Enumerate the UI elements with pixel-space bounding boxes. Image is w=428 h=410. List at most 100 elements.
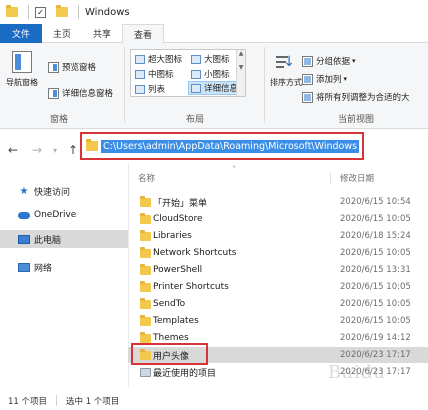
file-name: Themes (153, 333, 189, 343)
add-columns-label: 添加列 (316, 75, 342, 85)
preview-pane-button[interactable]: 预览窗格 (48, 61, 96, 73)
forward-arrow-icon[interactable]: → (30, 143, 44, 157)
column-separator[interactable] (330, 172, 331, 184)
address-path[interactable]: C:\Users\admin\AppData\Roaming\Microsoft… (101, 139, 360, 153)
layout-item-label: 详细信息 (204, 84, 239, 94)
tab-share[interactable]: 共享 (82, 24, 122, 43)
star-icon: ★ (19, 185, 29, 197)
folder-icon (140, 297, 151, 309)
sort-icon: ↓ (275, 53, 297, 73)
layout-item-label: 小图标 (204, 70, 230, 80)
file-name: 「开始」菜单 (153, 198, 208, 209)
layout-extra-large-icons[interactable]: 超大图标 (133, 52, 184, 66)
folder-icon (140, 246, 151, 258)
file-row[interactable]: SendTo 2020/6/15 10:05 (128, 296, 428, 312)
folder-icon (140, 263, 151, 275)
file-row[interactable]: CloudStore 2020/6/15 10:05 (128, 211, 428, 227)
folder-icon (140, 229, 151, 241)
computer-icon (18, 234, 30, 245)
file-row[interactable]: PowerShell 2020/6/15 13:31 (128, 262, 428, 278)
up-arrow-icon[interactable]: ↑ (66, 143, 80, 157)
layout-list[interactable]: 列表 (133, 82, 167, 96)
large-icons-icon (191, 54, 201, 64)
ribbon-view: 导航窗格 预览窗格 详细信息窗格 窗格 超大图标 大图标 中图标 小图标 列表 (0, 43, 428, 129)
nav-item-network[interactable]: 网络 (0, 258, 128, 276)
group-separator (264, 47, 265, 123)
sort-by-button[interactable]: ↓ 排序方式 (270, 53, 302, 88)
add-columns-icon (302, 73, 313, 85)
size-columns-button[interactable]: 将所有列调整为合适的大 (302, 91, 428, 103)
add-columns-button[interactable]: 添加列 ▾ (302, 73, 347, 85)
folder-icon (140, 212, 151, 224)
group-by-button[interactable]: 分组依据 ▾ (302, 55, 356, 67)
separator (78, 5, 79, 19)
file-date: 2020/6/15 10:05 (340, 282, 411, 292)
title-bar: ✓ Windows (0, 0, 428, 24)
size-columns-label: 将所有列调整为合适的大 (316, 93, 410, 103)
network-icon (18, 262, 30, 273)
group-label-panes: 窗格 (50, 115, 69, 125)
separator (28, 5, 29, 19)
nav-item-quick-access[interactable]: ★ 快速访问 (0, 182, 128, 200)
nav-pane-button[interactable]: 导航窗格 (6, 51, 38, 88)
file-date: 2020/6/15 13:31 (340, 265, 411, 275)
preview-pane-label: 预览窗格 (62, 63, 97, 73)
nav-item-this-pc[interactable]: 此电脑 (0, 230, 128, 248)
details-pane-button[interactable]: 详细信息窗格 (48, 87, 113, 99)
address-bar[interactable]: C:\Users\admin\AppData\Roaming\Microsoft… (80, 132, 364, 160)
chevron-down-icon: ▾ (352, 57, 356, 65)
layout-item-label: 大图标 (204, 55, 230, 65)
preview-pane-icon (48, 61, 59, 73)
group-by-icon (302, 55, 313, 67)
small-icons-icon (191, 69, 201, 79)
address-content: C:\Users\admin\AppData\Roaming\Microsoft… (86, 138, 360, 154)
nav-pane-icon (12, 51, 32, 73)
highlight-outline (131, 343, 208, 365)
layout-large-icons[interactable]: 大图标 (189, 52, 232, 66)
layout-small-icons[interactable]: 小图标 (189, 67, 232, 81)
tab-view[interactable]: 查看 (122, 24, 165, 44)
properties-icon[interactable]: ✓ (35, 6, 46, 18)
layout-item-label: 中图标 (148, 70, 174, 80)
file-row[interactable]: 「开始」菜单 2020/6/15 10:54 (128, 194, 428, 210)
folder-icon (6, 5, 18, 17)
recent-locations-chevron-icon[interactable]: ▾ (48, 146, 62, 155)
tab-home[interactable]: 主页 (42, 24, 82, 43)
file-name: PowerShell (153, 265, 203, 275)
nav-item-onedrive[interactable]: OneDrive (0, 206, 128, 224)
layout-details[interactable]: 详细信息 (188, 81, 242, 95)
extra-large-icons-icon (135, 54, 145, 64)
ribbon-tabs: 文件 主页 共享 查看 (0, 24, 428, 44)
medium-icons-icon (135, 69, 145, 79)
chevron-down-icon: ▾ (343, 75, 348, 83)
column-header-date[interactable]: 修改日期 (340, 172, 374, 184)
list-icon (135, 84, 145, 94)
cloud-icon (18, 210, 30, 221)
selected-count: 选中 1 个项目 (66, 397, 120, 407)
file-row[interactable]: Templates 2020/6/15 10:05 (128, 313, 428, 329)
nav-pane-label: 导航窗格 (6, 78, 38, 87)
file-row[interactable]: Printer Shortcuts 2020/6/15 10:05 (128, 279, 428, 295)
layout-scrollbar[interactable]: ▲ ▼ (236, 50, 245, 96)
folder-icon (140, 331, 151, 343)
column-header-name[interactable]: 名称 (138, 172, 155, 184)
file-row[interactable]: Libraries 2020/6/18 15:24 (128, 228, 428, 244)
file-date: 2020/6/15 10:54 (340, 197, 411, 207)
layout-medium-icons[interactable]: 中图标 (133, 67, 176, 81)
layout-item-label: 列表 (148, 85, 166, 95)
back-arrow-icon[interactable]: ← (6, 143, 20, 157)
file-date: 2020/6/15 10:05 (340, 316, 411, 326)
window-title: Windows (85, 6, 130, 18)
tab-file[interactable]: 文件 (0, 24, 42, 43)
group-by-label: 分组依据 (316, 57, 351, 67)
file-name: CloudStore (153, 214, 203, 224)
group-label-current-view: 当前视图 (338, 115, 375, 125)
item-count: 11 个项目 (8, 397, 48, 407)
layout-item-label: 超大图标 (148, 55, 183, 65)
file-name: Network Shortcuts (153, 248, 237, 258)
details-pane-label: 详细信息窗格 (62, 89, 114, 99)
file-row[interactable]: Network Shortcuts 2020/6/15 10:05 (128, 245, 428, 261)
new-folder-icon[interactable] (56, 5, 68, 17)
nav-item-label: 此电脑 (34, 235, 62, 246)
file-name: SendTo (153, 299, 186, 309)
